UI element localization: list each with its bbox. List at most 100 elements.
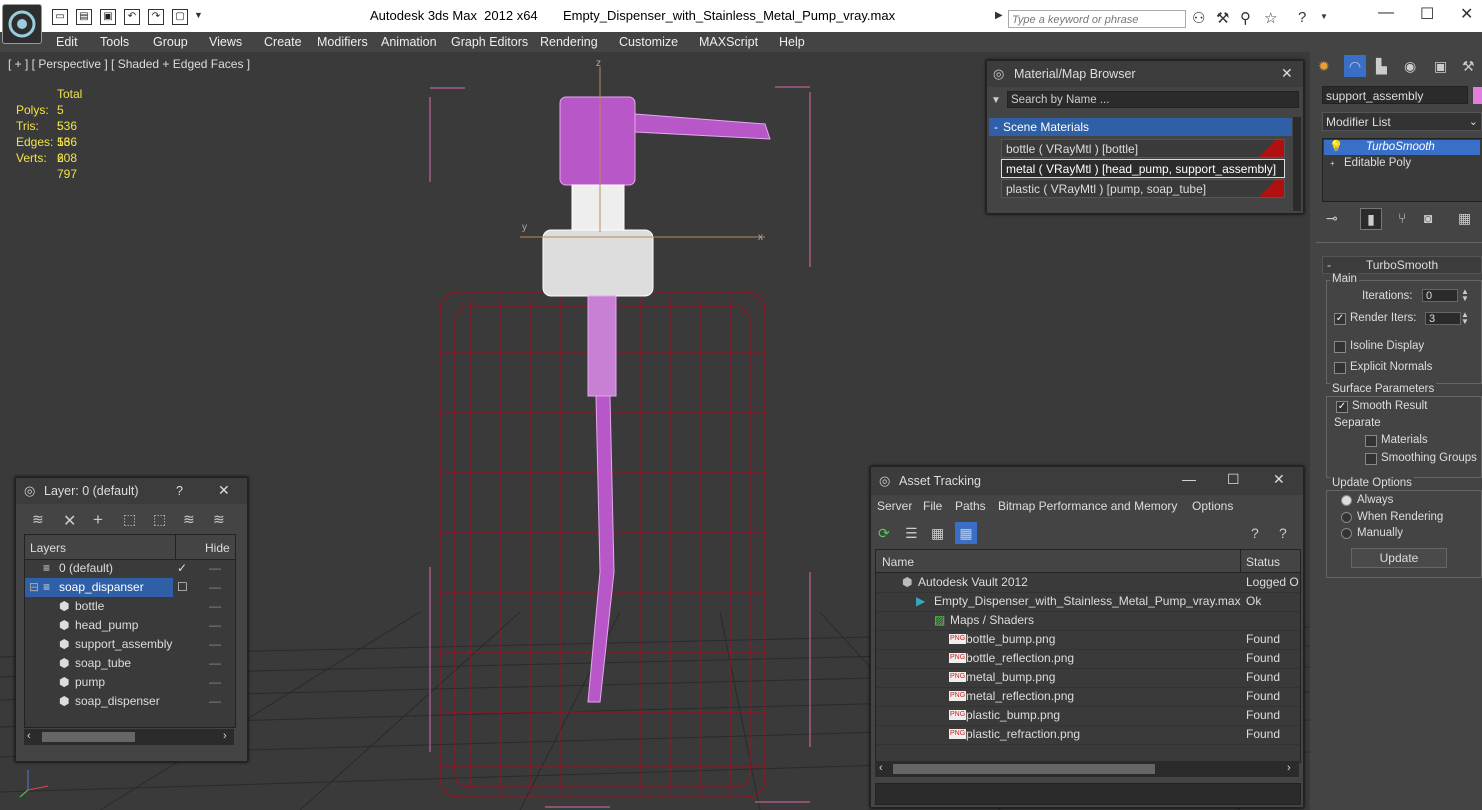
hierarchy-tab-icon[interactable]: ▙ bbox=[1376, 58, 1387, 75]
favorites-star-icon[interactable]: ☆ bbox=[1264, 9, 1277, 27]
asset-row[interactable]: ⬢ Autodesk Vault 2012 Logged O bbox=[876, 573, 1300, 593]
make-unique-icon[interactable]: ⑂ bbox=[1398, 210, 1406, 226]
update-always-radio[interactable] bbox=[1341, 495, 1352, 506]
asset-row[interactable]: PNG bottle_bump.png Found bbox=[876, 630, 1300, 650]
scroll-right-icon[interactable]: › bbox=[223, 730, 227, 742]
binoculars-icon[interactable]: ⚇ bbox=[1192, 9, 1205, 27]
object-row[interactable]: ⬢ bottle — bbox=[25, 597, 235, 616]
open-file-icon[interactable]: ▤ bbox=[76, 9, 92, 25]
asset-list[interactable]: Name Status ⬢ Autodesk Vault 2012 Logged O… bbox=[875, 549, 1301, 763]
asset-info-icon[interactable]: ? bbox=[1279, 525, 1287, 541]
freeze-all-layers-icon[interactable]: ≋ bbox=[213, 511, 225, 528]
close-icon[interactable]: ✕ bbox=[1460, 4, 1473, 24]
asset-row[interactable]: ▶ Empty_Dispenser_with_Stainless_Metal_Pu… bbox=[876, 592, 1300, 612]
material-browser-titlebar[interactable]: ◎ Material/Map Browser ✕ bbox=[987, 61, 1303, 87]
iterations-spinner[interactable]: 0 bbox=[1422, 289, 1458, 302]
hide-toggle-icon[interactable]: — bbox=[209, 616, 221, 635]
render-iters-spinner[interactable]: 3 bbox=[1425, 312, 1461, 325]
quick-access-dropdown-icon[interactable]: ▼ bbox=[194, 10, 203, 20]
asset-row[interactable]: ▨ Maps / Shaders bbox=[876, 611, 1300, 631]
menu-customize[interactable]: Customize bbox=[619, 35, 678, 49]
scroll-left-icon[interactable]: ‹ bbox=[27, 730, 31, 742]
refresh-icon[interactable]: ⟳ bbox=[878, 525, 890, 542]
current-layer-check-icon[interactable]: ✓ bbox=[177, 559, 187, 578]
asset-row[interactable]: PNG metal_bump.png Found bbox=[876, 668, 1300, 688]
menu-tools[interactable]: Tools bbox=[100, 35, 129, 49]
smooth-result-checkbox[interactable]: ✓ bbox=[1336, 401, 1348, 413]
menu-animation[interactable]: Animation bbox=[381, 35, 437, 49]
search-expand-icon[interactable]: ▶ bbox=[995, 10, 1003, 21]
menu-modifiers[interactable]: Modifiers bbox=[317, 35, 368, 49]
smoothing-groups-checkbox[interactable] bbox=[1365, 453, 1377, 465]
help-dropdown-icon[interactable]: ▼ bbox=[1320, 12, 1328, 21]
turbosmooth-rollout-header[interactable]: - TurboSmooth bbox=[1322, 256, 1482, 274]
material-item[interactable]: plastic ( VRayMtl ) [pump, soap_tube] bbox=[1001, 179, 1285, 198]
maximize-icon[interactable]: ☐ bbox=[1420, 4, 1434, 24]
show-end-result-icon[interactable]: ▮ bbox=[1360, 208, 1382, 230]
menu-help[interactable]: Help bbox=[779, 35, 805, 49]
select-objects-icon[interactable]: ⬚ bbox=[123, 511, 136, 528]
asset-menu-paths[interactable]: Paths bbox=[955, 499, 986, 513]
explicit-normals-checkbox[interactable] bbox=[1334, 362, 1346, 374]
highlight-layer-icon[interactable]: ⬚ bbox=[153, 511, 166, 528]
material-browser-close-icon[interactable]: ✕ bbox=[1281, 65, 1293, 82]
project-folder-icon[interactable]: ▢ bbox=[172, 9, 188, 25]
object-row[interactable]: ⬢ head_pump — bbox=[25, 616, 235, 635]
menu-edit[interactable]: Edit bbox=[56, 35, 78, 49]
object-row[interactable]: ⬢ support_assembly — bbox=[25, 635, 235, 654]
minimize-icon[interactable]: — bbox=[1378, 4, 1394, 22]
spinner-arrows-icon[interactable]: ▲ ▼ bbox=[1461, 288, 1469, 303]
menu-maxscript[interactable]: MAXScript bbox=[699, 35, 758, 49]
material-item[interactable]: bottle ( VRayMtl ) [bottle] bbox=[1001, 139, 1285, 158]
modifier-stack[interactable]: 💡 TurboSmooth + Editable Poly bbox=[1322, 138, 1482, 202]
communication-center-icon[interactable]: ⚲ bbox=[1240, 9, 1251, 27]
scene-materials-header[interactable]: - Scene Materials bbox=[989, 118, 1292, 136]
modifier-list-dropdown[interactable]: Modifier List ⌄ bbox=[1322, 112, 1482, 131]
asset-row[interactable]: PNG plastic_refraction.png Found bbox=[876, 725, 1300, 745]
set-current-box-icon[interactable]: ☐ bbox=[177, 578, 188, 597]
pin-stack-icon[interactable]: ⊸ bbox=[1326, 210, 1338, 227]
object-row[interactable]: ⬢ pump — bbox=[25, 673, 235, 692]
scroll-left-icon[interactable]: ‹ bbox=[879, 762, 883, 774]
hide-toggle-icon[interactable]: — bbox=[209, 654, 221, 673]
layer-window-close-icon[interactable]: ✕ bbox=[218, 482, 230, 499]
scroll-thumb[interactable] bbox=[42, 732, 135, 742]
scroll-thumb[interactable] bbox=[893, 764, 1155, 774]
status-column-header[interactable]: Status bbox=[1246, 555, 1280, 569]
collapse-icon[interactable]: ⊟ bbox=[29, 578, 39, 597]
viewport-label[interactable]: [ + ] [ Perspective ] [ Shaded + Edged F… bbox=[8, 57, 250, 71]
scroll-right-icon[interactable]: › bbox=[1287, 762, 1291, 774]
material-item-selected[interactable]: metal ( VRayMtl ) [head_pump, support_as… bbox=[1001, 159, 1285, 178]
hide-toggle-icon[interactable]: — bbox=[209, 673, 221, 692]
asset-row[interactable]: PNG plastic_bump.png Found bbox=[876, 706, 1300, 726]
name-column-header[interactable]: Name bbox=[882, 555, 914, 569]
asset-menu-options[interactable]: Options bbox=[1192, 499, 1233, 513]
hide-all-layers-icon[interactable]: ≋ bbox=[183, 511, 195, 528]
update-button[interactable]: Update bbox=[1351, 548, 1447, 568]
table-view-icon[interactable]: ▦ bbox=[955, 522, 977, 544]
hide-column-header[interactable]: Hide bbox=[205, 541, 230, 555]
asset-menu-bitmap-performance[interactable]: Bitmap Performance and Memory bbox=[998, 499, 1177, 513]
object-color-swatch[interactable] bbox=[1473, 87, 1482, 104]
add-to-layer-icon[interactable]: + bbox=[93, 510, 103, 530]
utilities-tab-icon[interactable]: ⚒ bbox=[1462, 58, 1475, 75]
asset-maximize-icon[interactable]: ☐ bbox=[1227, 471, 1240, 488]
layers-column-header[interactable]: Layers bbox=[30, 541, 66, 555]
new-file-icon[interactable]: ▭ bbox=[52, 9, 68, 25]
material-browser-scrollbar[interactable] bbox=[1293, 117, 1301, 211]
layer-row[interactable]: ≡ 0 (default) ✓ — bbox=[25, 559, 235, 578]
app-logo-icon[interactable] bbox=[2, 4, 42, 44]
hide-toggle-icon[interactable]: — bbox=[209, 559, 221, 578]
object-row[interactable]: ⬢ soap_tube — bbox=[25, 654, 235, 673]
asset-minimize-icon[interactable]: — bbox=[1182, 471, 1196, 487]
update-manually-radio[interactable] bbox=[1341, 528, 1352, 539]
asset-menu-file[interactable]: File bbox=[923, 499, 942, 513]
thumbnail-view-icon[interactable]: ▦ bbox=[931, 525, 944, 542]
display-tab-icon[interactable]: ▣ bbox=[1434, 58, 1447, 75]
layer-horizontal-scrollbar[interactable]: ‹ › bbox=[24, 729, 234, 745]
motion-tab-icon[interactable]: ◉ bbox=[1404, 58, 1416, 75]
bulb-icon[interactable]: 💡 bbox=[1329, 140, 1343, 155]
modify-tab-icon[interactable]: ◠ bbox=[1344, 55, 1366, 77]
asset-menu-server[interactable]: Server bbox=[877, 499, 912, 513]
menu-rendering[interactable]: Rendering bbox=[540, 35, 598, 49]
